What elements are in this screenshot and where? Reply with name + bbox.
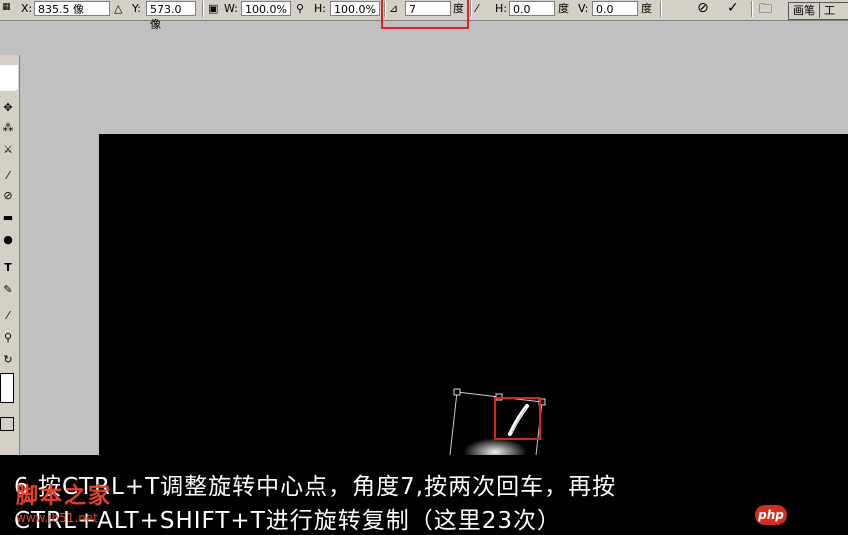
transform-overlay bbox=[448, 388, 546, 464]
zoom-tool-icon[interactable]: ⚲ bbox=[0, 329, 16, 347]
y-label: Y: bbox=[132, 2, 141, 15]
width-field[interactable]: 100.0% bbox=[241, 1, 291, 16]
skew-h-unit: 度 bbox=[558, 2, 569, 15]
width-icon: ▣ bbox=[208, 2, 219, 15]
transform-handle[interactable] bbox=[453, 388, 461, 396]
brush-tool-icon[interactable]: ⁄ bbox=[0, 167, 16, 185]
skew-v-field[interactable]: 0.0 bbox=[592, 1, 638, 16]
cancel-transform-icon[interactable]: ⊘ bbox=[697, 0, 709, 16]
folder-icon[interactable]: 🗀 bbox=[759, 0, 772, 22]
caption-band: 6 按CTRL+T调整旋转中心点，角度7,按两次回车，再按 CTRL+ALT+S… bbox=[0, 455, 848, 535]
toolbox: ✥ ⁂ ⚔ ⁄ ⊘ ▬ ● T ✎ ⁄ ⚲ ↻ bbox=[0, 55, 20, 455]
x-field[interactable]: 835.5 像 bbox=[34, 1, 110, 16]
h-label: H: bbox=[314, 2, 326, 15]
w-label: W: bbox=[224, 2, 238, 15]
palette-tab-tool[interactable]: 工 bbox=[820, 3, 839, 18]
foreground-color-swatch[interactable] bbox=[0, 373, 14, 403]
reference-point-icon[interactable]: ▦ bbox=[2, 2, 10, 12]
slice-tool-icon[interactable]: ⚔ bbox=[0, 141, 16, 159]
swap-colors-icon[interactable]: ↻ bbox=[0, 351, 16, 369]
skew-h-field[interactable]: 0.0 bbox=[509, 1, 555, 16]
x-label: X: bbox=[21, 2, 33, 15]
eyedropper-icon[interactable]: ⁄ bbox=[0, 307, 16, 325]
skew-h-label: H: bbox=[495, 2, 507, 15]
triangle-delta-icon[interactable]: △ bbox=[114, 2, 122, 15]
skew-icon: ⁄ bbox=[476, 2, 478, 15]
skew-v-label: V: bbox=[578, 2, 589, 15]
palette-tab-brushes[interactable]: 画笔 bbox=[789, 3, 820, 18]
type-tool-icon[interactable]: T bbox=[0, 259, 16, 277]
watermark-site-url: www.jb51.net bbox=[16, 511, 98, 525]
gradient-tool-icon[interactable]: ▬ bbox=[0, 209, 16, 227]
angle-highlight-box bbox=[381, 0, 469, 29]
commit-transform-icon[interactable]: ✓ bbox=[727, 0, 739, 16]
document-canvas[interactable] bbox=[99, 134, 848, 464]
palette-well: 画笔工 bbox=[788, 2, 848, 20]
height-field[interactable]: 100.0% bbox=[330, 1, 380, 16]
magic-wand-icon[interactable]: ⁂ bbox=[0, 119, 16, 137]
history-brush-icon[interactable]: ⊘ bbox=[0, 187, 16, 205]
dodge-tool-icon[interactable]: ● bbox=[0, 231, 16, 249]
quick-mask-icon[interactable] bbox=[0, 417, 14, 431]
watermark-site-name: 脚本之家 bbox=[16, 484, 113, 509]
y-field[interactable]: 573.0 像 bbox=[146, 1, 196, 31]
tool-logo bbox=[0, 65, 18, 91]
move-tool-icon[interactable]: ✥ bbox=[0, 99, 16, 117]
php-badge: php bbox=[755, 505, 787, 525]
link-icon[interactable]: ⚲ bbox=[296, 2, 304, 15]
pen-tool-icon[interactable]: ✎ bbox=[0, 281, 16, 299]
skew-v-unit: 度 bbox=[641, 2, 652, 15]
